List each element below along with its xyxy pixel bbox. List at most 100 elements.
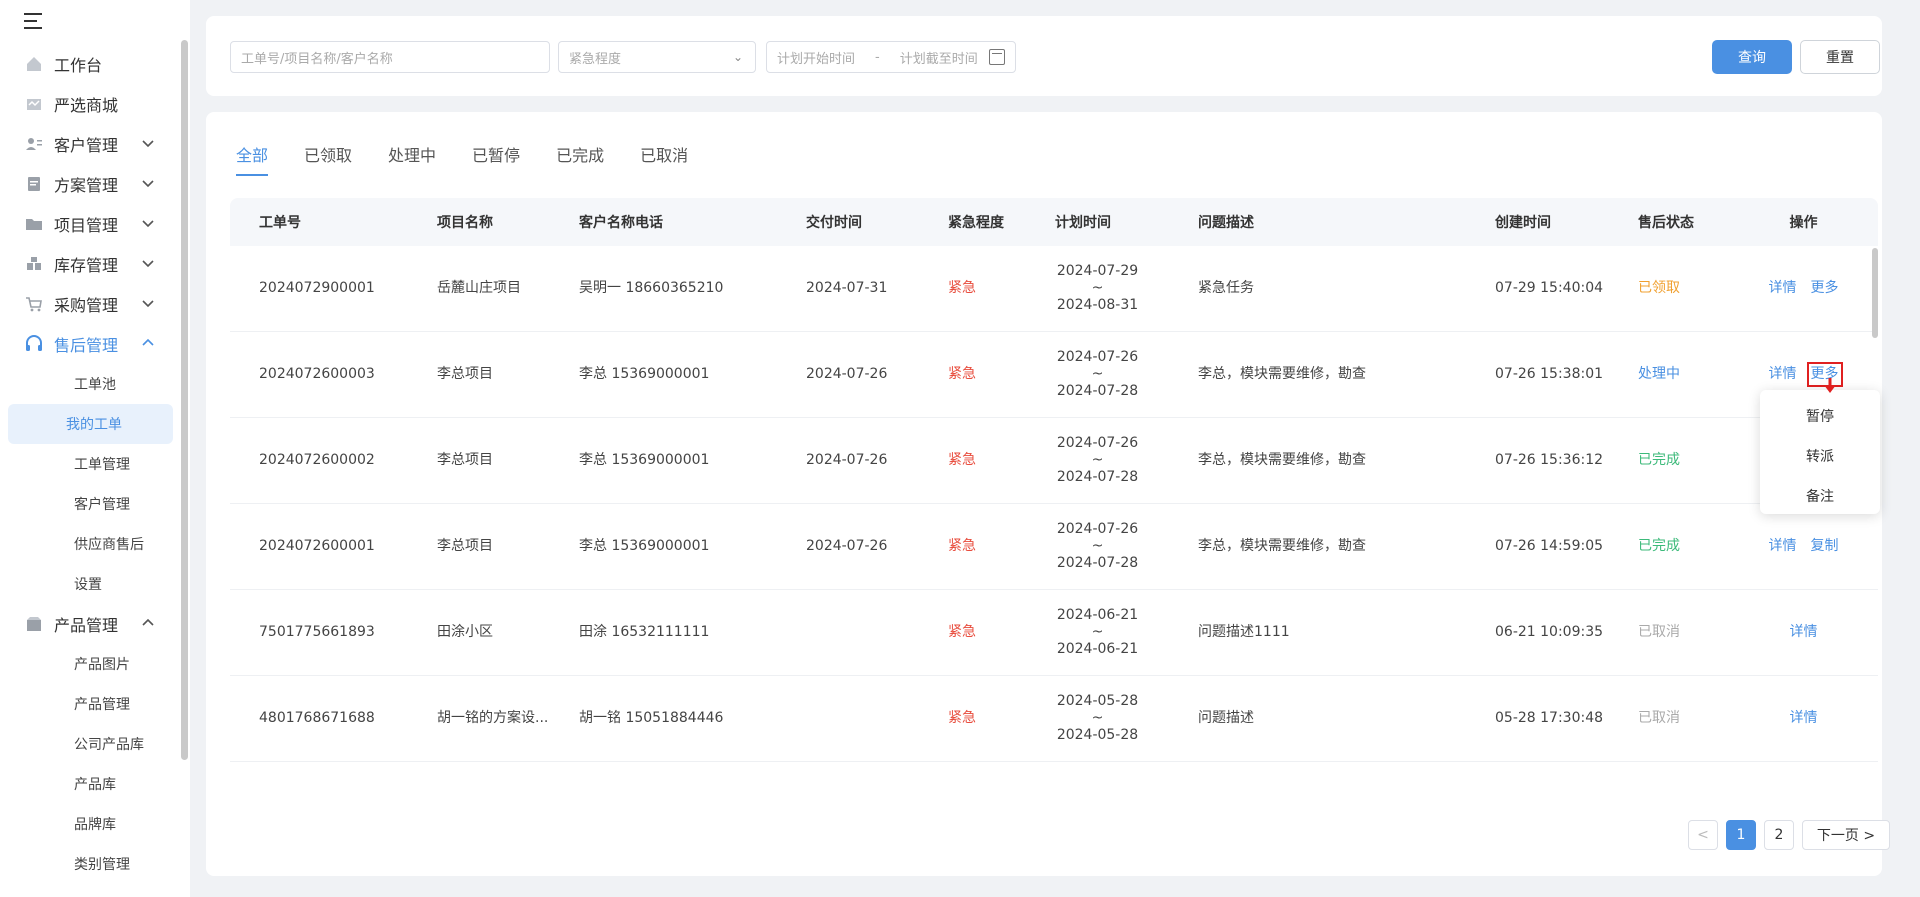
cell-id: 2024072900001 <box>259 280 375 296</box>
cell-id: 7501775661893 <box>259 624 375 640</box>
table-scrollbar[interactable] <box>1872 248 1878 338</box>
sidebar-item-cart[interactable]: 采购管理 <box>0 284 181 324</box>
copy-link[interactable]: 复制 <box>1811 538 1839 555</box>
more-actions-dropdown: 暂停 转派 备注 <box>1760 390 1880 514</box>
sidebar-subitem[interactable]: 工单管理 <box>8 444 173 484</box>
plan-separator: ~ <box>1091 710 1104 726</box>
table-row: 2024072600003 李总项目 李总 15369000001 2024-07-2… <box>230 332 1878 418</box>
cell-created: 07-26 14:59:05 <box>1495 538 1604 554</box>
work-order-panel: 全部 已领取 处理中 已暂停 已完成 已取消 工单号 项目名称 客户名称电话 交付时间 紧急程度计… <box>206 112 1890 876</box>
cell-plan-end: 2024-07-28 <box>1056 555 1139 571</box>
keyword-input[interactable]: 工单号/项目名称/客户名称 <box>230 41 550 73</box>
sidebar-item-box[interactable]: 产品管理 <box>0 604 181 644</box>
cell-id: 4801768671688 <box>259 710 375 726</box>
detail-link[interactable]: 详情 <box>1769 366 1797 383</box>
cell-delivery: 2024-07-26 <box>806 538 888 554</box>
sidebar-scrollbar[interactable] <box>181 40 188 760</box>
prev-page-button[interactable]: < <box>1688 820 1718 850</box>
cell-project: 李总项目 <box>437 538 493 554</box>
sidebar-item-label: 库存管理 <box>54 256 119 275</box>
column-header: 客户名称电话 <box>579 215 663 231</box>
cell-desc: 李总，模块需要维修，勘查 <box>1198 538 1366 554</box>
sidebar-item-store[interactable]: 严选商城 <box>0 84 181 124</box>
keyword-placeholder: 工单号/项目名称/客户名称 <box>241 51 393 67</box>
detail-link[interactable]: 详情 <box>1769 280 1797 297</box>
store-icon <box>24 94 44 114</box>
sidebar-subitem[interactable]: 我的工单 <box>8 404 173 444</box>
sidebar-subitem[interactable]: 工单池 <box>8 364 173 404</box>
column-header: 问题描述 <box>1198 215 1254 231</box>
cell-urgency: 紧急 <box>948 366 976 382</box>
cell-created: 07-26 15:38:01 <box>1495 366 1604 382</box>
sidebar-item-warehouse[interactable]: 库存管理 <box>0 244 181 284</box>
cell-plan-start: 2024-07-26 <box>1056 435 1139 451</box>
table-body: 2024072900001 岳麓山庄项目 吴明一 18660365210 2024-0… <box>230 246 1878 762</box>
sidebar-item-label: 产品管理 <box>54 616 119 635</box>
sidebar-subitem[interactable]: 产品管理 <box>8 684 173 724</box>
sidebar-item-home[interactable]: 工作台 <box>0 44 181 84</box>
cell-created: 06-21 10:09:35 <box>1495 624 1604 640</box>
chevron-down-icon <box>141 136 157 152</box>
sidebar-subitem[interactable]: 产品库 <box>8 764 173 804</box>
sidebar-item-document[interactable]: 方案管理 <box>0 164 181 204</box>
date-range-picker[interactable]: 计划开始时间 - 计划截至时间 <box>766 41 1016 73</box>
page-2-button[interactable]: 2 <box>1764 820 1794 850</box>
sidebar-subitem[interactable]: 公司产品库 <box>8 724 173 764</box>
sidebar-item-customer[interactable]: 客户管理 <box>0 124 181 164</box>
cell-plan-start: 2024-07-26 <box>1056 349 1139 365</box>
start-date-placeholder: 计划开始时间 <box>777 51 856 67</box>
sidebar-item-headset[interactable]: 售后管理 <box>0 324 181 364</box>
cell-customer: 李总 15369000001 <box>579 452 710 468</box>
tab-3[interactable]: 已暂停 <box>472 142 520 176</box>
cell-urgency: 紧急 <box>948 280 976 296</box>
chevron-up-icon <box>141 336 157 352</box>
cell-actions: 详情 <box>1729 624 1878 641</box>
pause-menu-item[interactable]: 暂停 <box>1760 396 1880 436</box>
detail-link[interactable]: 详情 <box>1790 710 1818 727</box>
more-link[interactable]: 更多 <box>1811 280 1839 297</box>
table-row: 2024072600001 李总项目 李总 15369000001 2024-07-2… <box>230 504 1878 590</box>
box-icon <box>24 614 44 634</box>
tab-0[interactable]: 全部 <box>236 142 269 176</box>
status-tabs: 全部 已领取 处理中 已暂停 已完成 已取消 <box>236 142 724 176</box>
sidebar-subitem[interactable]: 产品图片 <box>8 644 173 684</box>
sidebar-subitem[interactable]: 设置 <box>8 564 173 604</box>
sidebar-item-folder[interactable]: 项目管理 <box>0 204 181 244</box>
tab-2[interactable]: 处理中 <box>388 142 436 176</box>
reassign-menu-item[interactable]: 转派 <box>1760 436 1880 476</box>
cell-created: 07-26 15:36:12 <box>1495 452 1604 468</box>
status-badge: 已领取 <box>1638 280 1680 296</box>
urgency-select[interactable]: 紧急程度 ⌄ <box>558 41 756 73</box>
status-badge: 已取消 <box>1638 624 1680 640</box>
column-header: 创建时间 <box>1495 215 1551 231</box>
cell-urgency: 紧急 <box>948 452 976 468</box>
cell-plan-start: 2024-07-26 <box>1056 521 1139 537</box>
cell-customer: 李总 15369000001 <box>579 538 710 554</box>
query-button[interactable]: 查询 <box>1712 40 1792 74</box>
cell-plan-time: 2024-07-29 ~2024-08-31 <box>1026 263 1169 314</box>
reset-button[interactable]: 重置 <box>1800 40 1880 74</box>
cell-project: 胡一铭的方案设... <box>437 710 549 726</box>
cell-plan-start: 2024-06-21 <box>1056 607 1139 623</box>
cell-delivery: 2024-07-26 <box>806 366 888 382</box>
page-1-button[interactable]: 1 <box>1726 820 1756 850</box>
menu-collapse-icon[interactable] <box>24 12 46 30</box>
sidebar-subitem[interactable]: 供应商售后 <box>8 524 173 564</box>
column-header: 交付时间 <box>806 215 862 231</box>
tab-5[interactable]: 已取消 <box>640 142 688 176</box>
tab-1[interactable]: 已领取 <box>304 142 352 176</box>
sidebar-subitem[interactable]: 类别管理 <box>8 844 173 884</box>
filter-bar: 工单号/项目名称/客户名称 紧急程度 ⌄ 计划开始时间 - 计划截至时间 查询 … <box>206 16 1882 96</box>
status-badge: 已完成 <box>1638 538 1680 554</box>
cell-customer: 李总 15369000001 <box>579 366 710 382</box>
sidebar-subitem[interactable]: 品牌库 <box>8 804 173 844</box>
plan-separator: ~ <box>1091 280 1104 296</box>
sidebar-subitem[interactable]: 客户管理 <box>8 484 173 524</box>
chevron-down-icon: ⌄ <box>732 50 743 64</box>
detail-link[interactable]: 详情 <box>1769 538 1797 555</box>
next-page-button[interactable]: 下一页 > <box>1802 820 1890 850</box>
note-menu-item[interactable]: 备注 <box>1760 476 1880 516</box>
detail-link[interactable]: 详情 <box>1790 624 1818 641</box>
tab-4[interactable]: 已完成 <box>556 142 604 176</box>
red-arrow-icon <box>1824 378 1836 393</box>
